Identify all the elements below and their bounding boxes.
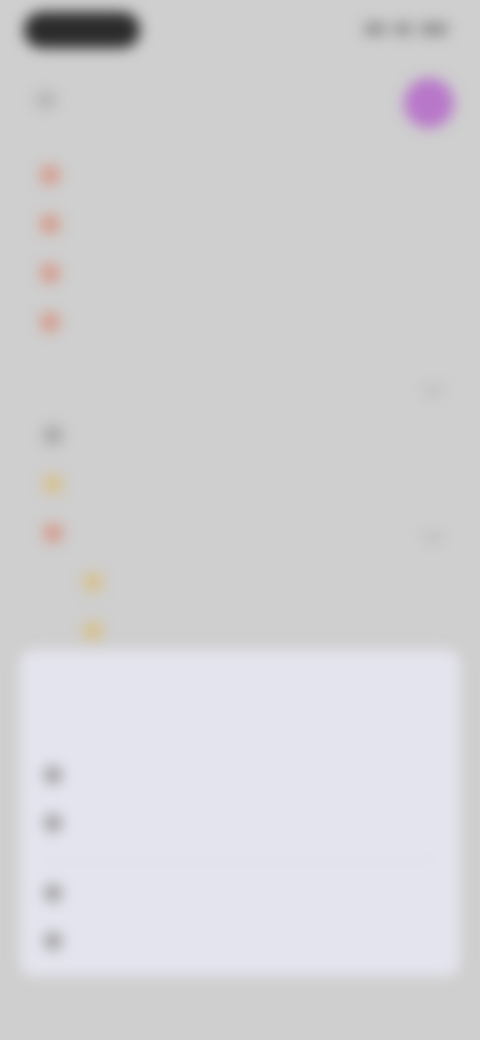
nav-item[interactable] <box>0 248 480 297</box>
signal-icon <box>364 23 386 35</box>
tree-row[interactable] <box>0 606 480 655</box>
header-title-group <box>36 88 68 112</box>
nav-item-icon <box>40 311 60 332</box>
chevron-down-icon <box>423 376 443 396</box>
status-bar <box>0 0 480 60</box>
nav-item[interactable] <box>0 199 480 248</box>
tree-row[interactable] <box>0 459 480 508</box>
sheet-option[interactable] <box>44 760 76 790</box>
avatar[interactable] <box>404 78 454 128</box>
tree-row[interactable] <box>0 410 480 459</box>
app-header <box>0 70 480 130</box>
option-icon <box>44 932 62 950</box>
option-icon <box>44 766 62 784</box>
tree-row[interactable] <box>0 557 480 606</box>
tree-row[interactable] <box>0 508 480 557</box>
nav-item[interactable] <box>0 297 480 346</box>
folder-icon <box>44 523 62 542</box>
chevron-down-icon <box>423 522 443 543</box>
bottom-sheet <box>20 650 460 976</box>
sheet-option[interactable] <box>44 808 76 838</box>
folder-icon <box>44 425 62 444</box>
folder-icon <box>84 572 102 591</box>
folder-tree <box>0 410 480 655</box>
status-icons <box>352 20 448 38</box>
nav-item-icon <box>40 213 60 234</box>
wifi-icon <box>394 23 412 35</box>
nav-item[interactable] <box>0 150 480 199</box>
nav-item-icon <box>40 262 60 283</box>
sheet-divider <box>44 858 436 859</box>
nav-list <box>0 150 480 346</box>
sheet-option[interactable] <box>44 878 76 908</box>
sheet-option[interactable] <box>44 926 76 956</box>
option-icon <box>44 884 62 902</box>
status-time-pill <box>24 12 140 48</box>
section-header[interactable] <box>40 366 443 406</box>
nav-item-icon <box>40 164 60 185</box>
option-icon <box>44 814 62 832</box>
battery-icon <box>420 23 448 35</box>
blurred-app-background <box>0 0 480 1040</box>
folder-icon <box>44 474 62 493</box>
menu-icon[interactable] <box>36 93 56 107</box>
folder-icon <box>84 621 102 640</box>
